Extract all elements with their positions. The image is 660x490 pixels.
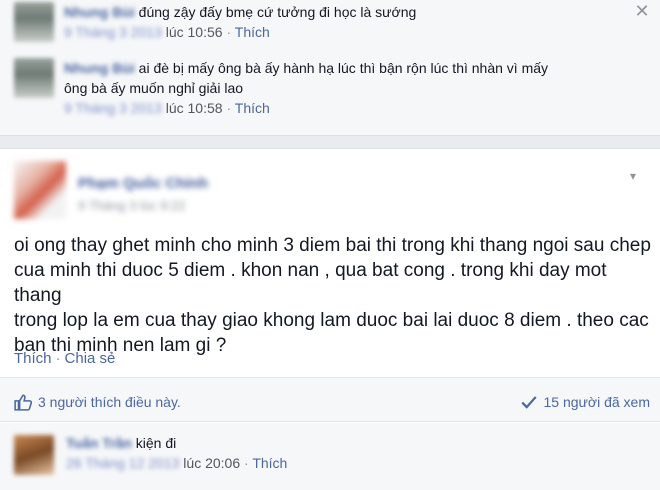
comment-date[interactable]: 26 Tháng 12 2013 bbox=[66, 455, 179, 471]
comment-like-link[interactable]: Thích bbox=[252, 455, 287, 471]
comment-text: kiện đi bbox=[135, 435, 177, 451]
comment-time[interactable]: lúc 20:06 bbox=[183, 455, 240, 471]
post-header: Phạm Quốc Chính 9 Tháng 3 lúc 9:22 bbox=[14, 161, 208, 219]
likes-text[interactable]: 3 người thích điều này. bbox=[38, 394, 181, 410]
avatar[interactable] bbox=[14, 2, 54, 42]
post-text-line: oi ong thay ghet minh cho minh 3 diem ba… bbox=[14, 235, 651, 256]
seen-text[interactable]: 15 người đã xem bbox=[544, 394, 651, 410]
separator: · bbox=[226, 24, 232, 40]
reply-comment: Tuấn Trần kiện đi 26 Tháng 12 2013 lúc 2… bbox=[0, 423, 660, 490]
comment-meta: 9 Tháng 3 2013 lúc 10:56 · Thích bbox=[64, 22, 416, 42]
avatar[interactable] bbox=[14, 435, 54, 475]
post-actions: Thích · Chia sẻ bbox=[14, 350, 115, 367]
checkmark-icon bbox=[520, 396, 537, 409]
post-text: oi ong thay ghet minh cho minh 3 diem ba… bbox=[14, 233, 654, 358]
separator: · bbox=[244, 455, 249, 471]
post-text-line: trong lop la em cua thay giao khong lam … bbox=[14, 310, 649, 331]
comment-author[interactable]: Nhung Bùi bbox=[64, 4, 135, 20]
thumbs-up-icon bbox=[14, 394, 32, 411]
avatar[interactable] bbox=[14, 58, 54, 98]
comment-time[interactable]: lúc 10:56 bbox=[166, 24, 223, 40]
likes-bar: 3 người thích điều này. 15 người đã xem bbox=[0, 378, 660, 422]
comment-author[interactable]: Tuấn Trần bbox=[66, 435, 132, 451]
comment-meta: 9 Tháng 3 2013 lúc 10:58 · Thích bbox=[64, 98, 548, 118]
comment-meta: 26 Tháng 12 2013 lúc 20:06 · Thích bbox=[66, 453, 287, 473]
comment-text-line2: ông bà ấy muốn nghỉ giải lao bbox=[64, 80, 244, 96]
comment-1: Nhung Bùi đúng zậy đấy bmẹ cứ tưởng đi h… bbox=[14, 2, 416, 42]
like-link[interactable]: Thích bbox=[14, 350, 52, 367]
comment-time[interactable]: lúc 10:58 bbox=[166, 100, 223, 116]
comment-text: đúng zậy đấy bmẹ cứ tưởng đi học là sướn… bbox=[138, 4, 417, 20]
chevron-down-icon[interactable]: ▾ bbox=[630, 169, 644, 183]
post-avatar[interactable] bbox=[14, 161, 66, 219]
post-author[interactable]: Phạm Quốc Chính bbox=[78, 175, 208, 192]
post: Phạm Quốc Chính 9 Tháng 3 lúc 9:22 ▾ oi … bbox=[0, 148, 660, 490]
comments-section: ✕ Nhung Bùi đúng zậy đấy bmẹ cứ tưởng đi… bbox=[0, 0, 660, 136]
separator: · bbox=[226, 100, 232, 116]
seen-summary[interactable]: 15 người đã xem bbox=[520, 393, 651, 411]
comment-like-link[interactable]: Thích bbox=[235, 100, 270, 116]
comment-text-line1: ai đè bị mấy ông bà ấy hành hạ lúc thì b… bbox=[138, 60, 549, 76]
comment-2: Nhung Bùi ai đè bị mấy ông bà ấy hành hạ… bbox=[14, 58, 548, 118]
likes-summary[interactable]: 3 người thích điều này. bbox=[14, 393, 181, 411]
close-icon[interactable]: ✕ bbox=[633, 2, 651, 20]
comment-like-link[interactable]: Thích bbox=[235, 24, 270, 40]
post-text-line: cua minh thi duoc 5 diem . khon nan , qu… bbox=[14, 260, 607, 306]
share-link[interactable]: Chia sẻ bbox=[65, 350, 116, 367]
comment-date[interactable]: 9 Tháng 3 2013 bbox=[64, 24, 162, 40]
post-date[interactable]: 9 Tháng 3 lúc 9:22 bbox=[78, 198, 208, 213]
comment-date[interactable]: 9 Tháng 3 2013 bbox=[64, 100, 162, 116]
comment-author[interactable]: Nhung Bùi bbox=[64, 60, 135, 76]
separator: · bbox=[55, 350, 61, 367]
